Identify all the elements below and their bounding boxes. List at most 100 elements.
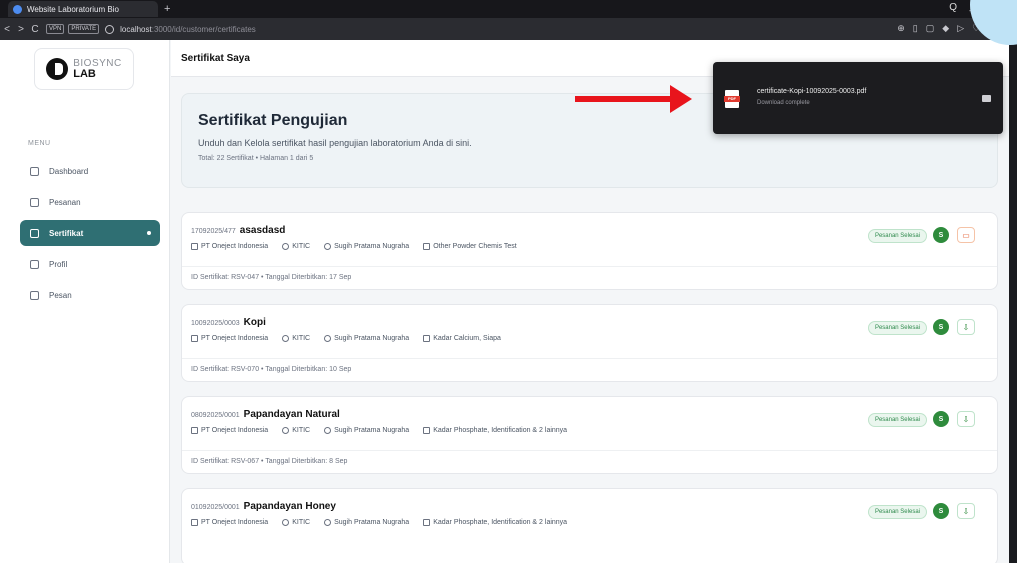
sidebar-menu: Dashboard Pesanan Sertifikat Profil Pesa… xyxy=(20,158,160,313)
person-icon xyxy=(324,243,332,250)
play-icon[interactable]: ▷ xyxy=(957,23,964,34)
sidebar-item-label: Sertifikat xyxy=(49,228,84,238)
forward-button[interactable]: > xyxy=(14,24,28,35)
certificate-code: 01092025/0001 xyxy=(191,504,240,511)
status-badge: Pesanan Selesai xyxy=(867,413,927,427)
certificate-card: 08092025/0001 Papandayan Natural PT Onej… xyxy=(181,396,998,474)
new-tab-button[interactable]: + xyxy=(164,3,170,15)
screenshot-icon[interactable]: ▢ xyxy=(926,23,935,34)
zoom-icon[interactable]: ⊕ xyxy=(897,23,905,34)
sidebar-item-sertifikat[interactable]: Sertifikat xyxy=(20,220,160,246)
chat-icon: ▭ xyxy=(962,230,970,240)
flask-icon xyxy=(423,427,431,434)
location-icon xyxy=(282,427,290,434)
calendar-icon xyxy=(30,197,39,207)
vpn-badge[interactable]: VPN xyxy=(46,24,65,34)
download-popup[interactable]: certificate-Kopi-10092025-0003.pdf Downl… xyxy=(713,62,1003,134)
hero-description: Unduh dan Kelola sertifikat hasil penguj… xyxy=(198,138,472,148)
company: PT Oneject Indonesia xyxy=(201,427,269,434)
avatar[interactable]: S xyxy=(933,411,949,427)
shield-icon[interactable]: ◆ xyxy=(942,23,949,34)
download-button[interactable]: ⇩ xyxy=(957,503,975,519)
flask-icon xyxy=(423,335,431,342)
private-badge[interactable]: PRIVATE xyxy=(68,24,100,34)
logo-bottom: LAB xyxy=(73,68,96,80)
certificate-name: Papandayan Honey xyxy=(243,501,336,512)
location-icon xyxy=(282,335,290,342)
company: PT Oneject Indonesia xyxy=(201,243,269,250)
test: Kadar Phosphate, Identification & 2 lain… xyxy=(433,427,568,434)
certificate-code: 08092025/0001 xyxy=(191,412,240,419)
site-info-icon[interactable] xyxy=(105,24,115,34)
certificate-code: 17092025/477 xyxy=(191,228,236,235)
sidebar-item-label: Dashboard xyxy=(49,166,89,176)
download-button[interactable]: ⇩ xyxy=(957,411,975,427)
reader-icon[interactable]: ▯ xyxy=(913,23,918,34)
download-status: Download complete xyxy=(757,100,810,106)
status-badge: Pesanan Selesai xyxy=(867,321,927,335)
browser-tab[interactable]: Website Laboratorium Bio xyxy=(8,1,158,17)
reload-button[interactable]: C xyxy=(28,24,42,35)
sidebar-item-pesan[interactable]: Pesan xyxy=(20,282,160,308)
url-host: localhost xyxy=(120,24,152,34)
avatar[interactable]: S xyxy=(933,227,949,243)
person: Sugih Pratama Nugraha xyxy=(334,427,410,434)
test: Kadar Phosphate, Identification & 2 lain… xyxy=(433,519,568,526)
flask-icon xyxy=(423,243,431,250)
person: Sugih Pratama Nugraha xyxy=(334,243,410,250)
sidebar-item-label: Profil xyxy=(49,259,68,269)
test: Other Powder Chemis Test xyxy=(433,243,517,250)
download-button[interactable]: ⇩ xyxy=(957,319,975,335)
sidebar-item-label: Pesan xyxy=(49,290,72,300)
annotation-arrow xyxy=(575,96,675,102)
test: Kadar Calcium, Siapa xyxy=(433,335,501,342)
avatar[interactable]: S xyxy=(933,503,949,519)
person: Sugih Pratama Nugraha xyxy=(334,335,410,342)
tab-favicon-icon xyxy=(13,4,22,14)
tab-title: Website Laboratorium Bio xyxy=(27,4,119,14)
chat-icon xyxy=(30,290,39,300)
sidebar-item-pesanan[interactable]: Pesanan xyxy=(20,189,160,215)
certificate-card: 17092025/477 asasdasd PT Oneject Indones… xyxy=(181,212,998,290)
download-icon: ⇩ xyxy=(962,322,970,332)
certificate-name: asasdasd xyxy=(239,225,286,236)
sidebar: BIOSYNC LAB MENU Dashboard Pesanan Serti… xyxy=(0,40,170,563)
flask-icon xyxy=(423,519,431,526)
menu-label: MENU xyxy=(28,140,51,147)
annotation-arrow-head xyxy=(670,85,692,113)
sidebar-item-dashboard[interactable]: Dashboard xyxy=(20,158,160,184)
user-icon xyxy=(30,259,39,269)
chat-button[interactable]: ▭ xyxy=(957,227,975,243)
pdf-file-icon xyxy=(724,90,740,108)
certificate-code: 10092025/0003 xyxy=(191,320,240,327)
building-icon xyxy=(191,427,198,434)
location: KITIC xyxy=(292,335,311,342)
url-field[interactable]: localhost:3000/id/customer/certificates xyxy=(120,25,256,34)
person: Sugih Pratama Nugraha xyxy=(334,519,410,526)
certificate-list: 17092025/477 asasdasd PT Oneject Indones… xyxy=(181,212,998,563)
certificate-footer: ID Sertifikat: RSV-070 • Tanggal Diterbi… xyxy=(182,358,997,373)
certificate-card: 10092025/0003 Kopi PT Oneject Indonesia … xyxy=(181,304,998,382)
certificate-footer: ID Sertifikat: RSV-047 • Tanggal Diterbi… xyxy=(182,266,997,281)
sidebar-item-profil[interactable]: Profil xyxy=(20,251,160,277)
location-icon xyxy=(282,519,290,526)
avatar[interactable]: S xyxy=(933,319,949,335)
sidebar-item-label: Pesanan xyxy=(49,197,81,207)
document-icon xyxy=(30,228,39,238)
status-badge: Pesanan Selesai xyxy=(867,229,927,243)
address-bar: < > C VPN PRIVATE localhost:3000/id/cust… xyxy=(0,18,1017,40)
back-button[interactable]: < xyxy=(0,24,14,35)
grid-icon xyxy=(30,166,39,176)
logo-mark-icon xyxy=(46,58,69,80)
location: KITIC xyxy=(292,427,311,434)
hero-meta: Total: 22 Sertifikat • Halaman 1 dari 5 xyxy=(198,155,314,162)
company: PT Oneject Indonesia xyxy=(201,335,269,342)
person-icon xyxy=(324,519,332,526)
logo[interactable]: BIOSYNC LAB xyxy=(34,48,134,90)
person-icon xyxy=(324,427,332,434)
download-filename[interactable]: certificate-Kopi-10092025-0003.pdf xyxy=(757,88,866,95)
search-tabs-icon[interactable]: Q xyxy=(949,2,957,13)
location: KITIC xyxy=(292,519,311,526)
certificate-card: 01092025/0001 Papandayan Honey PT Onejec… xyxy=(181,488,998,563)
folder-icon[interactable] xyxy=(982,95,991,102)
